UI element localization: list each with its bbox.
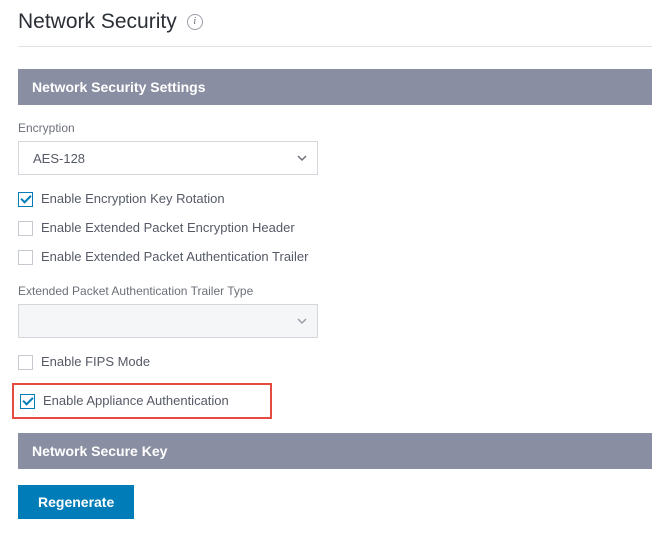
checkbox-key-rotation-label: Enable Encryption Key Rotation (41, 191, 225, 208)
highlight-appliance-auth: Enable Appliance Authentication (12, 383, 272, 420)
checkbox-ext-packet-auth-trailer[interactable] (18, 250, 33, 265)
section-header-settings-label: Network Security Settings (32, 79, 206, 95)
checkbox-appliance-auth[interactable] (20, 394, 35, 409)
divider (18, 46, 652, 47)
checkbox-key-rotation[interactable] (18, 192, 33, 207)
checkbox-ext-packet-auth-trailer-label: Enable Extended Packet Authentication Tr… (41, 249, 308, 266)
regenerate-button[interactable]: Regenerate (18, 485, 134, 519)
section-header-secure-key: Network Secure Key (18, 433, 652, 469)
checkbox-ext-packet-enc-header[interactable] (18, 221, 33, 236)
section-header-settings: Network Security Settings (18, 69, 652, 105)
section-header-secure-key-label: Network Secure Key (32, 443, 167, 459)
trailer-type-label: Extended Packet Authentication Trailer T… (18, 284, 652, 298)
checkbox-appliance-auth-label: Enable Appliance Authentication (43, 393, 229, 410)
encryption-label: Encryption (18, 121, 652, 135)
trailer-type-select[interactable] (18, 304, 318, 338)
page-header: Network Security i (18, 10, 652, 40)
info-icon[interactable]: i (187, 14, 203, 30)
regenerate-button-label: Regenerate (38, 494, 114, 510)
checkbox-fips-mode[interactable] (18, 355, 33, 370)
encryption-select[interactable]: AES-128 (18, 141, 318, 175)
encryption-select-value: AES-128 (33, 151, 85, 166)
checkbox-ext-packet-enc-header-label: Enable Extended Packet Encryption Header (41, 220, 295, 237)
checkbox-fips-mode-label: Enable FIPS Mode (41, 354, 150, 371)
page-title: Network Security (18, 10, 177, 34)
